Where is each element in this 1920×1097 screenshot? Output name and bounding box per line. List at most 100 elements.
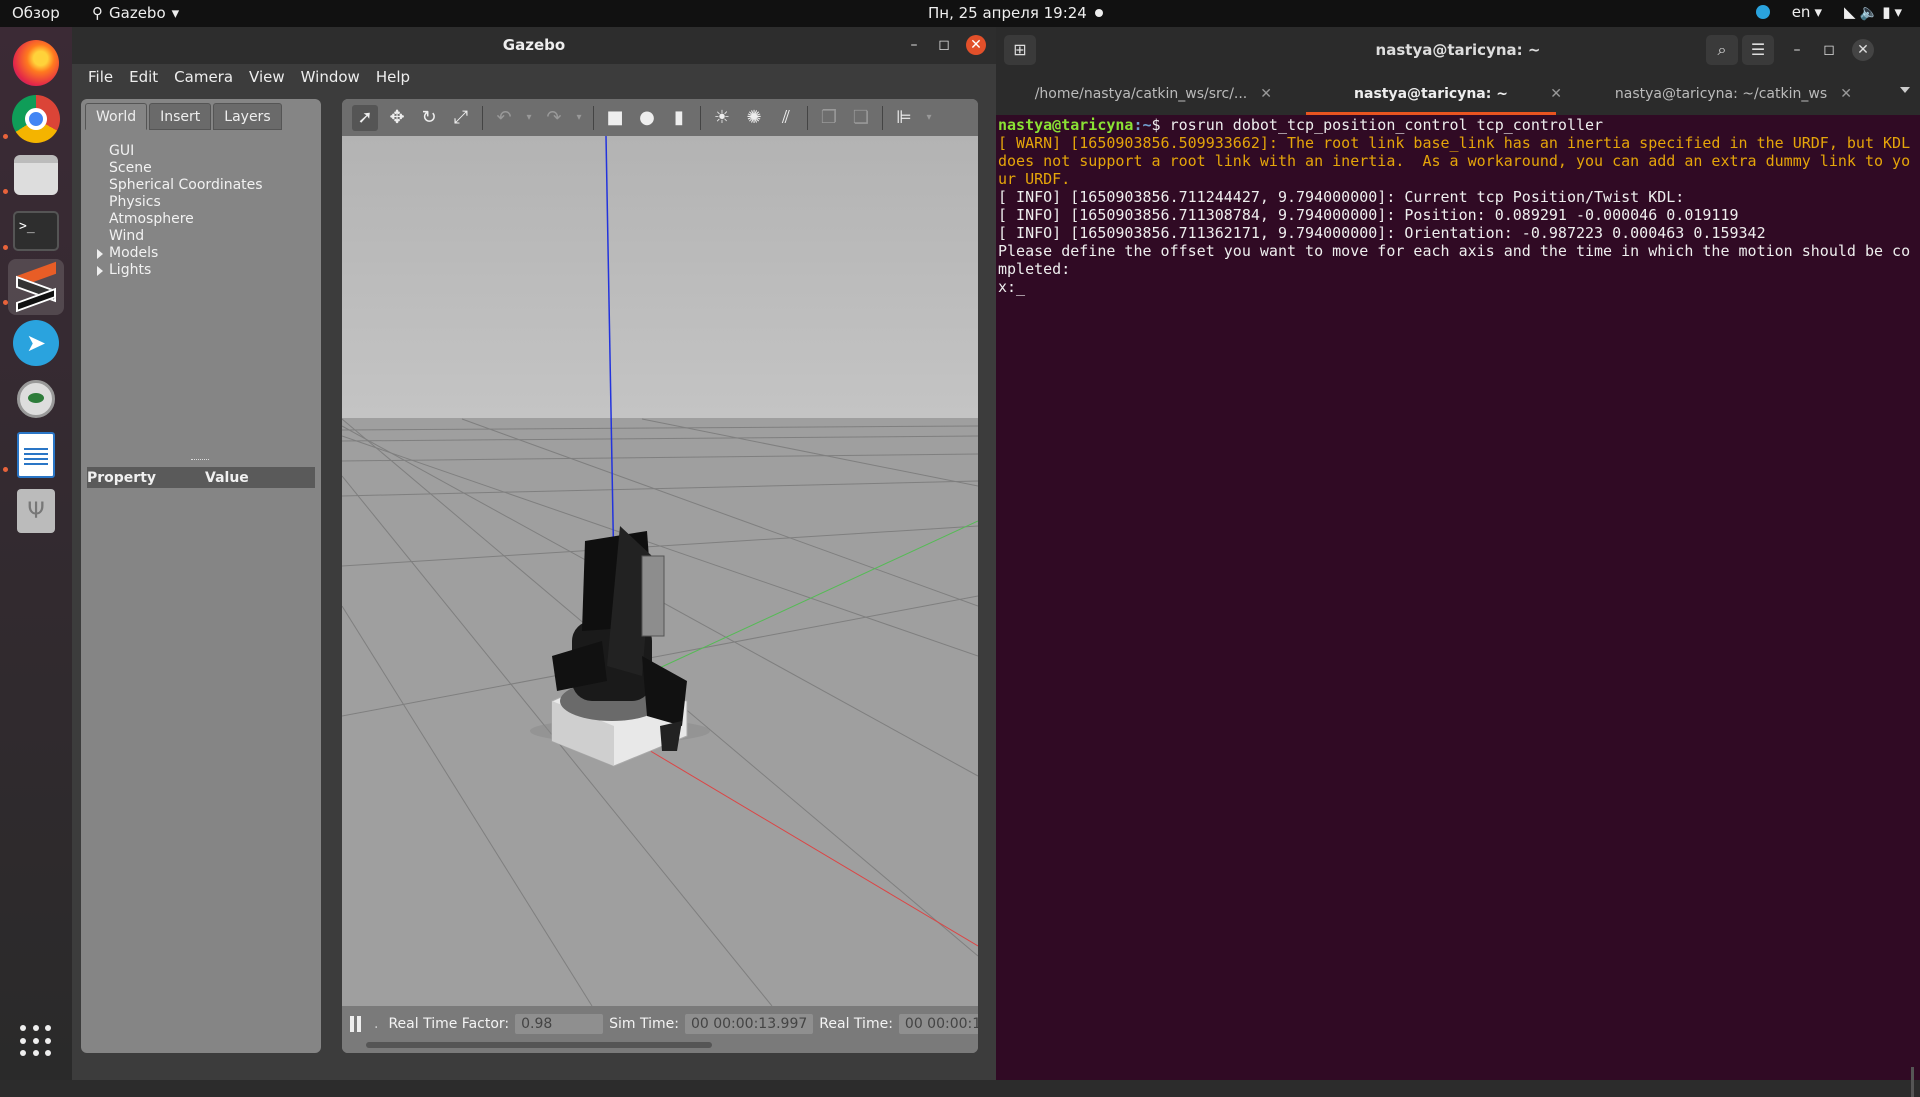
dock: >_ ➤ Ψ [0, 27, 72, 1080]
toolbar-overflow-icon[interactable]: ▾ [923, 105, 935, 131]
tree-label: GUI [109, 143, 135, 159]
box-shape-icon[interactable]: ■ [602, 105, 628, 131]
directional-light-icon[interactable]: ⫽ [773, 105, 799, 131]
menu-window[interactable]: Window [295, 64, 366, 92]
terminal-output[interactable]: nastya@taricyna:~$ rosrun dobot_tcp_posi… [998, 116, 1918, 296]
telegram-tray-icon[interactable] [1755, 5, 1770, 19]
align-icon[interactable]: ⊫ [891, 105, 917, 131]
command-line: $ rosrun dobot_tcp_position_control tcp_… [1151, 116, 1604, 134]
menu-view[interactable]: View [243, 64, 291, 92]
tab-list-dropdown-icon[interactable] [1900, 87, 1910, 93]
world-panel: World Insert Layers GUI Scene Spherical … [81, 99, 321, 1053]
sim-time-label: Sim Time: [609, 1016, 679, 1032]
window-title: Gazebo [502, 36, 566, 54]
close-tab-icon[interactable]: ✕ [1550, 73, 1562, 115]
pause-icon[interactable] [350, 1016, 364, 1032]
hamburger-menu-button[interactable]: ☰ [1742, 35, 1774, 65]
running-indicator [3, 189, 8, 194]
close-button[interactable]: ✕ [1852, 39, 1874, 61]
close-button[interactable]: ✕ [966, 35, 986, 55]
minimize-button[interactable]: – [1786, 39, 1808, 61]
terminal-tab-1[interactable]: /home/nastya/catkin_ws/src/... ✕ [996, 73, 1286, 115]
dock-files[interactable] [8, 147, 64, 203]
close-tab-icon[interactable]: ✕ [1840, 73, 1852, 115]
expand-arrow-icon[interactable] [97, 248, 103, 259]
terminal-icon: >_ [13, 211, 59, 251]
dock-usb[interactable]: Ψ [8, 483, 64, 539]
redo-icon[interactable]: ↷ [541, 105, 567, 131]
status-bar: . Real Time Factor: 0.98 Sim Time: 00 00… [342, 1006, 978, 1053]
dock-gazebo[interactable] [8, 259, 64, 315]
tree-item-models[interactable]: Models [97, 245, 263, 262]
tab-world[interactable]: World [85, 103, 148, 130]
world-tree: GUI Scene Spherical Coordinates Physics … [97, 143, 263, 279]
top-bar: Обзор ⚲ Gazebo ▾ Пн, 25 апреля 19:24 en … [0, 0, 1920, 27]
cylinder-shape-icon[interactable]: ▮ [666, 105, 692, 131]
real-time-value: 00 00:00:15.13 [898, 1014, 978, 1034]
show-apps-icon [20, 1025, 52, 1057]
terminal-tab-3[interactable]: nastya@taricyna: ~/catkin_ws ✕ [1576, 73, 1866, 115]
menu-help[interactable]: Help [370, 64, 416, 92]
minimize-button[interactable]: – [904, 35, 924, 55]
tree-item-gui[interactable]: GUI [109, 143, 263, 160]
value-column-header: Value [205, 469, 249, 486]
tree-label: Lights [109, 262, 152, 278]
system-menu[interactable]: ◣ 🔈 ▮ ▾ [1844, 3, 1902, 21]
app-menu[interactable]: ⚲ Gazebo ▾ [92, 4, 179, 22]
dock-writer[interactable] [8, 427, 64, 483]
maximize-button[interactable]: ◻ [1818, 39, 1840, 61]
running-indicator [3, 300, 8, 305]
undo-dropdown-icon[interactable]: ▾ [523, 105, 535, 131]
tree-item-physics[interactable]: Physics [109, 194, 263, 211]
close-tab-icon[interactable]: ✕ [1260, 73, 1272, 115]
redo-dropdown-icon[interactable]: ▾ [573, 105, 585, 131]
show-apps-button[interactable] [8, 1013, 64, 1069]
dock-image-viewer[interactable] [8, 371, 64, 427]
running-indicator [3, 134, 8, 139]
expand-arrow-icon[interactable] [97, 265, 103, 276]
tree-item-lights[interactable]: Lights [97, 262, 263, 279]
tree-item-atmosphere[interactable]: Atmosphere [109, 211, 263, 228]
splitter-handle[interactable] [191, 459, 209, 462]
tree-label: Atmosphere [109, 211, 194, 227]
rotate-mode-icon[interactable]: ↻ [416, 105, 442, 131]
tree-item-scene[interactable]: Scene [109, 160, 263, 177]
tab-layers[interactable]: Layers [213, 103, 282, 130]
dock-terminal[interactable]: >_ [8, 203, 64, 259]
scale-mode-icon[interactable]: ⤢ [448, 105, 474, 131]
terminal-window: nastya@taricyna: ~ ⊞ ⌕ ☰ – ◻ ✕ /home/nas… [996, 27, 1920, 1097]
menu-edit[interactable]: Edit [123, 64, 164, 92]
tree-item-wind[interactable]: Wind [109, 228, 263, 245]
new-tab-button[interactable]: ⊞ [1004, 35, 1036, 65]
dock-telegram[interactable]: ➤ [8, 315, 64, 371]
point-light-icon[interactable]: ☀ [709, 105, 735, 131]
terminal-tab-2[interactable]: nastya@taricyna: ~ ✕ [1286, 73, 1576, 115]
search-button[interactable]: ⌕ [1706, 35, 1738, 65]
dock-chrome[interactable] [8, 91, 64, 147]
menu-camera[interactable]: Camera [168, 64, 239, 92]
dock-firefox[interactable] [8, 35, 64, 91]
clock[interactable]: Пн, 25 апреля 19:24 [928, 4, 1103, 22]
terminal-titlebar[interactable]: nastya@taricyna: ~ [996, 27, 1920, 73]
tree-item-spherical-coordinates[interactable]: Spherical Coordinates [109, 177, 263, 194]
paste-icon[interactable]: ❏ [848, 105, 874, 131]
undo-icon[interactable]: ↶ [491, 105, 517, 131]
translate-mode-icon[interactable]: ✥ [384, 105, 410, 131]
horizontal-scrollbar[interactable] [366, 1042, 712, 1048]
select-mode-icon[interactable]: ➚ [352, 104, 378, 131]
tab-label: nastya@taricyna: ~ [1354, 86, 1508, 102]
gazebo-titlebar[interactable]: Gazebo [72, 27, 996, 64]
tab-insert[interactable]: Insert [149, 103, 212, 130]
sphere-shape-icon[interactable]: ● [634, 105, 660, 131]
copy-icon[interactable]: ❐ [816, 105, 842, 131]
terminal-scrollbar[interactable] [1911, 1067, 1914, 1097]
3d-scene-viewport[interactable] [342, 136, 978, 1006]
activities-button[interactable]: Обзор [12, 4, 60, 22]
chevron-down-icon: ▾ [1814, 3, 1822, 21]
maximize-button[interactable]: ◻ [934, 35, 954, 55]
spot-light-icon[interactable]: ✺ [741, 105, 767, 131]
input-prompt[interactable]: x:_ [998, 278, 1025, 296]
info-line-3: [ INFO] [1650903856.711362171, 9.7940000… [998, 224, 1766, 242]
language-selector[interactable]: en ▾ [1792, 3, 1822, 21]
menu-file[interactable]: File [82, 64, 119, 92]
